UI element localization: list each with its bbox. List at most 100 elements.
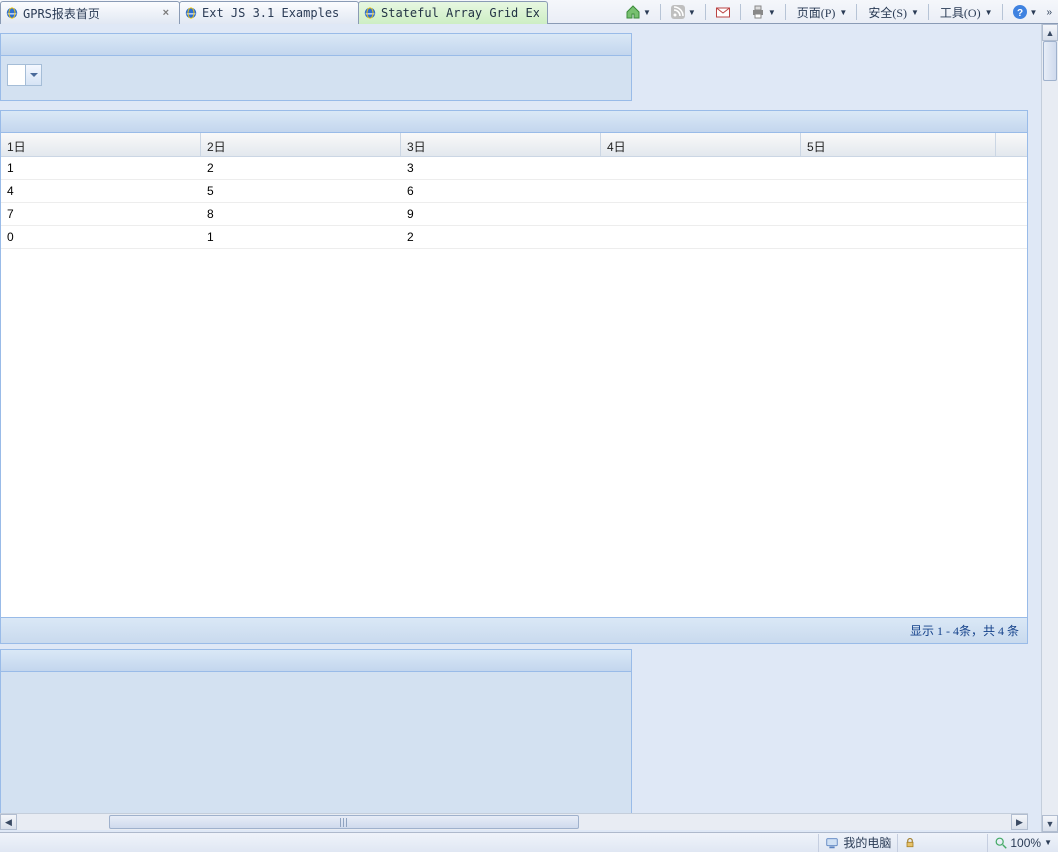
table-row[interactable]: 012 bbox=[1, 226, 1027, 249]
filter-combo-trigger[interactable] bbox=[25, 64, 42, 86]
grid-cell: 3 bbox=[401, 157, 601, 179]
close-icon[interactable]: × bbox=[161, 7, 171, 19]
page-viewport: 1日2日3日4日5日 123456789012 显示 1 - 4条，共 4 条 … bbox=[0, 24, 1058, 832]
lower-panel-header bbox=[1, 650, 631, 672]
separator bbox=[740, 4, 741, 20]
print-button[interactable]: ▼ bbox=[747, 2, 779, 22]
browser-tab-2[interactable]: Stateful Array Grid Ex... bbox=[358, 1, 548, 24]
h-scrollbar-track[interactable] bbox=[17, 814, 1011, 830]
status-protected-mode[interactable] bbox=[897, 834, 987, 852]
help-icon: ? bbox=[1012, 4, 1028, 20]
browser-tab-1[interactable]: Ext JS 3.1 Examples bbox=[179, 1, 359, 24]
chevron-down-icon: ▼ bbox=[839, 8, 847, 17]
v-scrollbar-track[interactable] bbox=[1042, 41, 1058, 815]
grid-cell: 2 bbox=[201, 157, 401, 179]
browser-tab-strip: GPRS报表首页 × Ext JS 3.1 Examples Stateful … bbox=[0, 0, 1058, 24]
grid-cell: 6 bbox=[401, 180, 601, 202]
grid-cell: 2 bbox=[401, 226, 601, 248]
chevron-down-icon: ▼ bbox=[1030, 8, 1038, 17]
help-button[interactable]: ? ▼ bbox=[1009, 2, 1041, 22]
grid-cell: 1 bbox=[201, 226, 401, 248]
grid-cell: 8 bbox=[201, 203, 401, 225]
safety-menu-label: 安全(S) bbox=[866, 4, 909, 21]
grid-body: 123456789012 bbox=[1, 157, 1027, 249]
grid-cell bbox=[801, 203, 996, 225]
scroll-left-button[interactable]: ◀ bbox=[0, 814, 17, 830]
filter-combo[interactable] bbox=[7, 64, 625, 86]
grid-cell: 5 bbox=[201, 180, 401, 202]
tools-menu[interactable]: 工具(O) ▼ bbox=[935, 2, 996, 22]
status-zone[interactable]: 我的电脑 bbox=[818, 834, 897, 852]
grid-column-header[interactable]: 5日 bbox=[801, 133, 996, 156]
table-row[interactable]: 789 bbox=[1, 203, 1027, 226]
grid-cell bbox=[801, 157, 996, 179]
separator bbox=[705, 4, 706, 20]
grid-cell bbox=[801, 180, 996, 202]
browser-tab-0-label: GPRS报表首页 bbox=[23, 5, 100, 22]
grid-cell bbox=[601, 180, 801, 202]
browser-tab-2-label: Stateful Array Grid Ex... bbox=[381, 6, 539, 20]
page-menu-label: 页面(P) bbox=[795, 4, 838, 21]
v-scrollbar-thumb[interactable] bbox=[1043, 41, 1057, 81]
grid-column-headers: 1日2日3日4日5日 bbox=[1, 133, 1027, 157]
filter-panel bbox=[0, 33, 632, 101]
status-zoom-label: 100% bbox=[1010, 836, 1041, 850]
home-button[interactable]: ▼ bbox=[622, 2, 654, 22]
status-zone-label: 我的电脑 bbox=[843, 834, 891, 851]
separator bbox=[660, 4, 661, 20]
separator bbox=[928, 4, 929, 20]
horizontal-scrollbar[interactable]: ◀ ▶ bbox=[0, 813, 1028, 830]
toolbar-overflow-icon[interactable]: » bbox=[1044, 7, 1054, 18]
separator bbox=[785, 4, 786, 20]
data-grid-header bbox=[1, 111, 1027, 133]
ie-icon bbox=[5, 6, 19, 20]
print-icon bbox=[750, 4, 766, 20]
readmail-button[interactable] bbox=[712, 2, 734, 22]
tools-menu-label: 工具(O) bbox=[938, 4, 983, 21]
filter-panel-header bbox=[1, 34, 631, 56]
feeds-button[interactable]: ▼ bbox=[667, 2, 699, 22]
browser-tab-1-label: Ext JS 3.1 Examples bbox=[202, 6, 339, 20]
grid-cell: 0 bbox=[1, 226, 201, 248]
separator bbox=[1002, 4, 1003, 20]
h-scrollbar-thumb[interactable] bbox=[109, 815, 579, 829]
table-row[interactable]: 123 bbox=[1, 157, 1027, 180]
grid-cell: 7 bbox=[1, 203, 201, 225]
grid-column-header[interactable]: 3日 bbox=[401, 133, 601, 156]
grid-column-header[interactable]: 4日 bbox=[601, 133, 801, 156]
scroll-down-button[interactable]: ▼ bbox=[1042, 815, 1058, 832]
chevron-down-icon: ▼ bbox=[688, 8, 696, 17]
chevron-down-icon: ▼ bbox=[1044, 838, 1052, 847]
scroll-right-button[interactable]: ▶ bbox=[1011, 814, 1028, 830]
grid-column-header[interactable]: 1日 bbox=[1, 133, 201, 156]
safety-menu[interactable]: 安全(S) ▼ bbox=[863, 2, 922, 22]
grid-cell bbox=[601, 203, 801, 225]
grid-column-header[interactable]: 2日 bbox=[201, 133, 401, 156]
lower-panel bbox=[0, 649, 632, 829]
grid-paging-toolbar: 显示 1 - 4条，共 4 条 bbox=[1, 617, 1027, 643]
ie-icon bbox=[184, 6, 198, 20]
grid-cell: 9 bbox=[401, 203, 601, 225]
chevron-down-icon: ▼ bbox=[911, 8, 919, 17]
magnifier-icon bbox=[994, 836, 1008, 850]
separator bbox=[856, 4, 857, 20]
table-row[interactable]: 456 bbox=[1, 180, 1027, 203]
status-zoom[interactable]: 100% ▼ bbox=[987, 834, 1058, 852]
chevron-down-icon: ▼ bbox=[768, 8, 776, 17]
filter-combo-input[interactable] bbox=[7, 64, 25, 86]
rss-icon bbox=[670, 4, 686, 20]
home-icon bbox=[625, 4, 641, 20]
scroll-up-button[interactable]: ▲ bbox=[1042, 24, 1058, 41]
grid-cell: 1 bbox=[1, 157, 201, 179]
grid-paging-display: 显示 1 - 4条，共 4 条 bbox=[910, 622, 1019, 639]
grid-cell: 4 bbox=[1, 180, 201, 202]
ie-icon bbox=[363, 6, 377, 20]
page-menu[interactable]: 页面(P) ▼ bbox=[792, 2, 851, 22]
data-grid-panel: 1日2日3日4日5日 123456789012 显示 1 - 4条，共 4 条 bbox=[0, 110, 1028, 644]
vertical-scrollbar[interactable]: ▲ ▼ bbox=[1041, 24, 1058, 832]
computer-icon bbox=[825, 836, 839, 850]
browser-tab-0[interactable]: GPRS报表首页 × bbox=[0, 1, 180, 24]
chevron-down-icon: ▼ bbox=[985, 8, 993, 17]
grid-column-filler bbox=[996, 133, 1027, 156]
grid-cell bbox=[801, 226, 996, 248]
